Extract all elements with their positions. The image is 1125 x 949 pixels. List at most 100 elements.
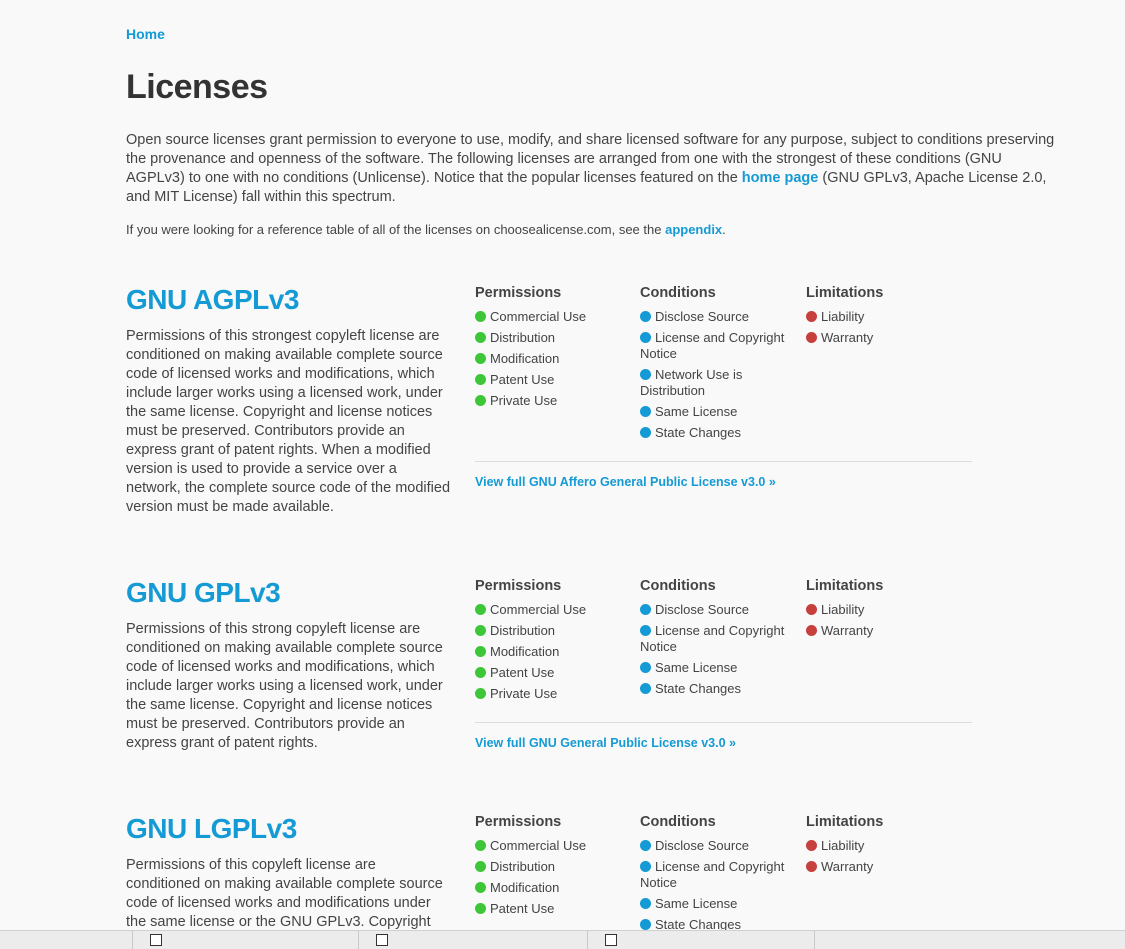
condition-label: Same License <box>655 660 738 675</box>
limitations-list: Liability Warranty <box>806 309 961 346</box>
breadcrumb-home-link[interactable]: Home <box>126 26 165 42</box>
permission-dot-icon <box>475 311 486 322</box>
conditions-heading: Conditions <box>640 578 716 594</box>
permissions-list: Commercial Use Distribution Modification… <box>475 309 630 409</box>
permissions-heading: Permissions <box>475 814 562 830</box>
permissions-heading: Permissions <box>475 285 562 301</box>
condition-item: License and Copyright Notice <box>640 623 795 655</box>
permission-dot-icon <box>475 353 486 364</box>
permissions-list: Commercial Use Distribution Modification… <box>475 838 630 917</box>
window-icon <box>605 934 617 946</box>
limitation-dot-icon <box>806 332 817 343</box>
permission-item: Distribution <box>475 859 630 875</box>
limitation-item: Liability <box>806 602 961 618</box>
permission-dot-icon <box>475 625 486 636</box>
permission-dot-icon <box>475 395 486 406</box>
license-gplv3: GNU GPLv3 Permissions of this strong cop… <box>126 577 986 757</box>
condition-label: State Changes <box>655 681 742 696</box>
permission-item: Distribution <box>475 623 630 639</box>
permission-dot-icon <box>475 688 486 699</box>
condition-label: Same License <box>655 896 738 911</box>
permission-item: Patent Use <box>475 372 630 388</box>
limitations-column: Limitations Liability Warranty <box>806 577 961 644</box>
limitations-heading: Limitations <box>806 285 884 301</box>
permission-dot-icon <box>475 332 486 343</box>
license-description: Permissions of this strongest copyleft l… <box>126 328 451 515</box>
limitation-dot-icon <box>806 840 817 851</box>
limitation-item: Warranty <box>806 623 961 639</box>
condition-label: License and Copyright Notice <box>640 330 785 361</box>
permission-item: Patent Use <box>475 901 630 917</box>
permission-dot-icon <box>475 667 486 678</box>
conditions-heading: Conditions <box>640 814 716 830</box>
conditions-heading: Conditions <box>640 285 716 301</box>
permission-dot-icon <box>475 903 486 914</box>
condition-item: License and Copyright Notice <box>640 330 795 362</box>
condition-item: Same License <box>640 896 795 912</box>
conditions-column: Conditions Disclose Source License and C… <box>640 577 795 702</box>
license-title[interactable]: GNU AGPLv3 <box>126 284 299 316</box>
condition-item: State Changes <box>640 917 795 930</box>
appendix-note: If you were looking for a reference tabl… <box>126 221 726 238</box>
limitation-dot-icon <box>806 625 817 636</box>
taskbar-item[interactable] <box>376 934 400 948</box>
taskbar-item[interactable] <box>150 934 174 948</box>
condition-item: Same License <box>640 660 795 676</box>
taskbar-divider <box>132 931 133 949</box>
license-agplv3: GNU AGPLv3 Permissions of this strongest… <box>126 284 986 524</box>
limitation-item: Liability <box>806 309 961 325</box>
license-title[interactable]: GNU LGPLv3 <box>126 813 297 845</box>
condition-dot-icon <box>640 369 651 380</box>
taskbar-item[interactable] <box>605 934 629 948</box>
condition-item: Disclose Source <box>640 602 795 618</box>
condition-dot-icon <box>640 683 651 694</box>
condition-label: Disclose Source <box>655 602 749 617</box>
limitation-dot-icon <box>806 604 817 615</box>
note-text-before: If you were looking for a reference tabl… <box>126 222 666 237</box>
view-full-license-link[interactable]: View full GNU General Public License v3.… <box>475 736 736 750</box>
license-description: Permissions of this copyleft license are… <box>126 857 443 930</box>
home-page-link[interactable]: home page <box>742 170 819 186</box>
limitation-label: Liability <box>821 838 865 853</box>
condition-item: Disclose Source <box>640 309 795 325</box>
limitation-item: Warranty <box>806 330 961 346</box>
condition-label: Same License <box>655 404 738 419</box>
permission-item: Private Use <box>475 393 630 409</box>
permission-dot-icon <box>475 374 486 385</box>
limitation-dot-icon <box>806 861 817 872</box>
permission-dot-icon <box>475 646 486 657</box>
permissions-column: Permissions Commercial Use Distribution … <box>475 284 630 414</box>
permission-label: Commercial Use <box>490 602 587 617</box>
taskbar <box>0 930 1125 949</box>
taskbar-divider <box>587 931 588 949</box>
permission-item: Modification <box>475 644 630 660</box>
condition-label: State Changes <box>655 425 742 440</box>
condition-dot-icon <box>640 332 651 343</box>
condition-item: Disclose Source <box>640 838 795 854</box>
condition-dot-icon <box>640 919 651 930</box>
permission-label: Patent Use <box>490 665 555 680</box>
condition-label: Disclose Source <box>655 309 749 324</box>
condition-label: License and Copyright Notice <box>640 623 785 654</box>
window-icon <box>150 934 162 946</box>
appendix-link[interactable]: appendix <box>665 222 722 237</box>
permission-label: Private Use <box>490 686 558 701</box>
limitation-label: Warranty <box>821 330 874 345</box>
divider <box>475 461 972 462</box>
condition-label: Network Use is Distribution <box>640 367 743 398</box>
taskbar-divider <box>814 931 815 949</box>
limitations-list: Liability Warranty <box>806 838 961 875</box>
permission-item: Modification <box>475 880 630 896</box>
permissions-column: Permissions Commercial Use Distribution … <box>475 813 630 922</box>
limitation-label: Warranty <box>821 623 874 638</box>
permissions-column: Permissions Commercial Use Distribution … <box>475 577 630 707</box>
condition-dot-icon <box>640 604 651 615</box>
license-title[interactable]: GNU GPLv3 <box>126 577 281 609</box>
permissions-list: Commercial Use Distribution Modification… <box>475 602 630 702</box>
permission-label: Modification <box>490 644 560 659</box>
limitations-column: Limitations Liability Warranty <box>806 813 961 880</box>
condition-dot-icon <box>640 861 651 872</box>
taskbar-divider <box>358 931 359 949</box>
view-full-license-link[interactable]: View full GNU Affero General Public Lice… <box>475 475 776 489</box>
permission-dot-icon <box>475 861 486 872</box>
